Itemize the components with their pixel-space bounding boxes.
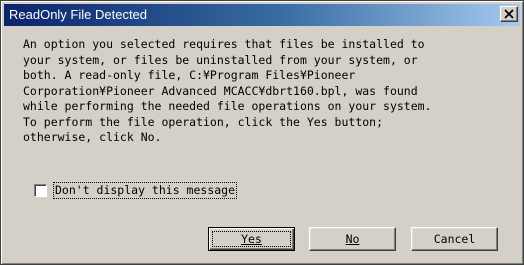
close-icon — [504, 9, 514, 19]
dialog-message: An option you selected requires that fil… — [23, 37, 432, 144]
cancel-button[interactable]: Cancel — [411, 227, 498, 251]
no-button[interactable]: No — [309, 227, 396, 251]
dont-display-label[interactable]: Don't display this message — [52, 182, 238, 199]
cancel-button-label: Cancel — [433, 232, 476, 246]
dialog-title: ReadOnly File Detected — [9, 7, 148, 22]
dont-display-checkbox[interactable] — [34, 184, 47, 197]
title-bar[interactable]: ReadOnly File Detected — [4, 4, 520, 26]
no-button-label: No — [345, 232, 360, 246]
focus-rect — [212, 231, 291, 247]
dialog-window: ReadOnly File Detected An option you sel… — [0, 0, 524, 265]
yes-button[interactable]: Yes — [208, 227, 295, 251]
close-button[interactable] — [500, 6, 518, 22]
